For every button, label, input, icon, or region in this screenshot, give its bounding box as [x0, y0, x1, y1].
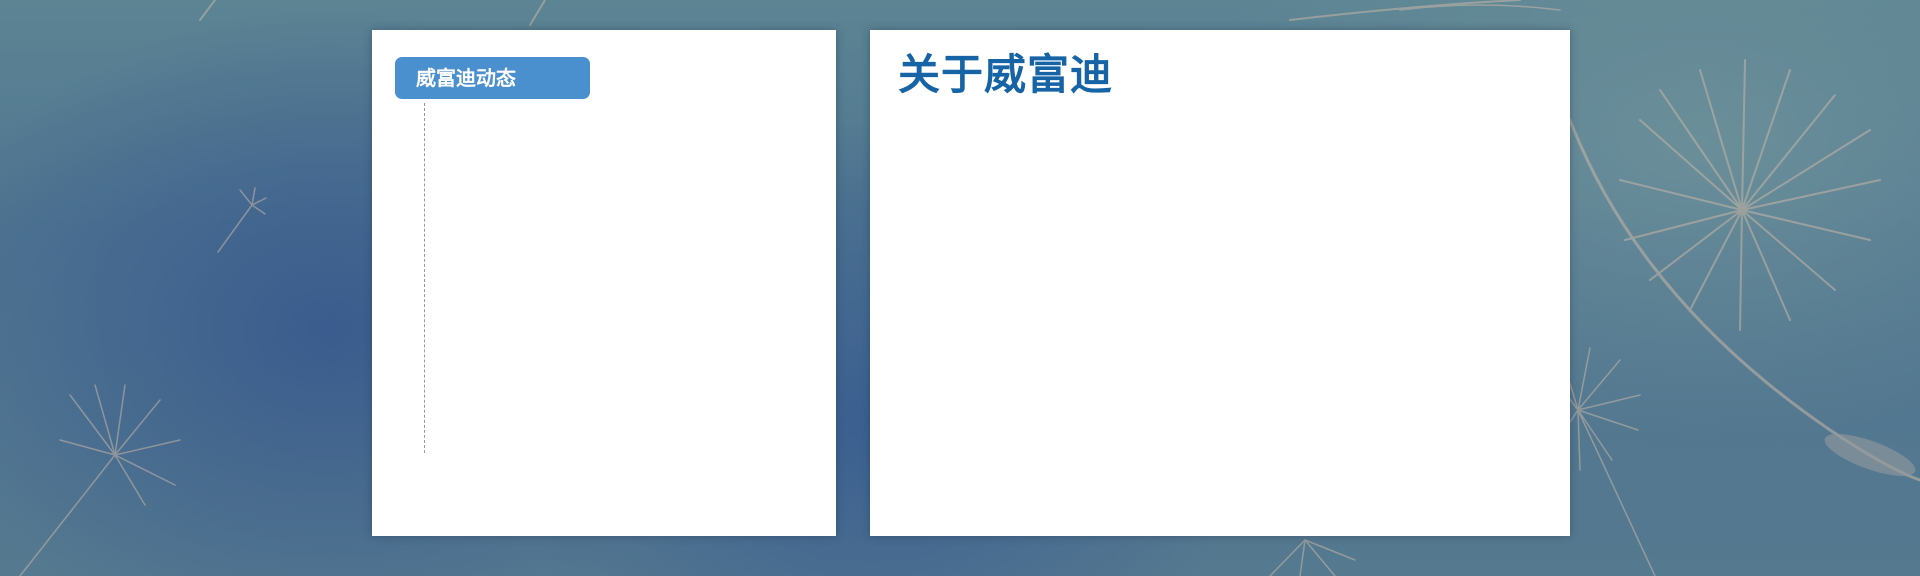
about-panel: 关于威富迪 [870, 30, 1570, 536]
dandelion-stem-curve [1568, 118, 1920, 482]
news-timeline-line [424, 103, 425, 453]
dandelion-seed-pod [1824, 433, 1916, 477]
dandelion-seed-small [217, 187, 267, 253]
company-news-tab[interactable]: 威富迪动态 [395, 57, 590, 99]
dandelion-seed-large [1619, 59, 1881, 331]
about-title: 关于威富迪 [898, 50, 1114, 99]
dandelion-seed-lower-left [19, 384, 181, 576]
news-panel: 威富迪动态 [372, 30, 836, 536]
dandelion-seed-bottom [1269, 539, 1356, 576]
